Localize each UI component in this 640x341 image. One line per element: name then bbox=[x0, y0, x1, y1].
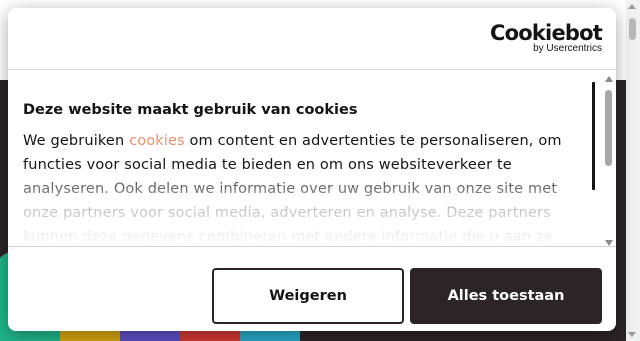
dialog-body[interactable]: Deze website maakt gebruik van cookies W… bbox=[8, 70, 616, 246]
logo-wordmark: Cookiebot bbox=[490, 21, 603, 45]
content-scrollbar[interactable] bbox=[602, 76, 616, 246]
scroll-up-arrow-icon[interactable] bbox=[628, 4, 636, 9]
consent-title: Deze website maakt gebruik van cookies bbox=[23, 102, 358, 118]
page-scrollbar-thumb[interactable] bbox=[629, 18, 636, 40]
consent-text: We gebruiken cookies om content en adver… bbox=[23, 129, 583, 246]
allow-all-button[interactable]: Alles toestaan bbox=[410, 268, 602, 324]
cookiebot-logo[interactable]: Cookiebot by Usercentrics bbox=[490, 21, 603, 54]
dialog-header: Cookiebot by Usercentrics bbox=[8, 8, 616, 70]
page-scrollbar[interactable] bbox=[626, 0, 640, 341]
scroll-down-arrow-icon[interactable] bbox=[628, 332, 636, 337]
consent-content: Deze website maakt gebruik van cookies W… bbox=[23, 100, 583, 246]
cookie-consent-dialog: Cookiebot by Usercentrics Deze website m… bbox=[8, 8, 616, 331]
scroll-up-arrow-icon[interactable] bbox=[605, 76, 613, 82]
focus-indicator bbox=[592, 82, 595, 190]
cookies-link[interactable]: cookies bbox=[129, 133, 185, 149]
content-scrollbar-thumb[interactable] bbox=[605, 90, 612, 166]
deny-button[interactable]: Weigeren bbox=[212, 268, 404, 324]
consent-text-rest: om content en advertenties te personalis… bbox=[23, 133, 562, 245]
dialog-footer: Weigeren Alles toestaan bbox=[8, 246, 616, 331]
consent-text-start: We gebruiken bbox=[23, 133, 130, 149]
